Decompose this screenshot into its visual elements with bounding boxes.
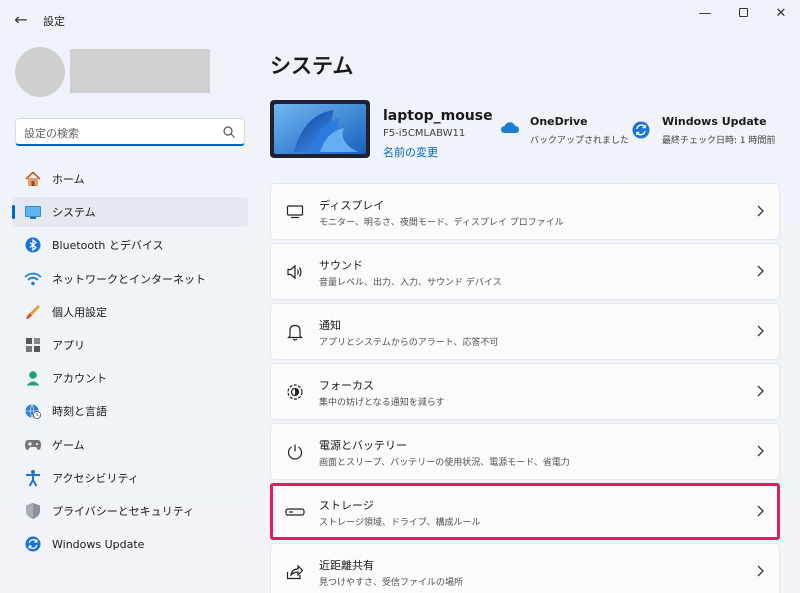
gamepad-icon <box>22 435 44 455</box>
power-icon <box>285 443 305 461</box>
card-subtitle: 音量レベル、出力、入力、サウンド デバイス <box>319 278 502 288</box>
card-subtitle: アプリとシステムからのアラート、応答不可 <box>319 338 499 348</box>
speaker-icon <box>285 263 305 281</box>
globe-clock-icon <box>22 401 44 421</box>
onedrive-title[interactable]: OneDrive <box>530 115 588 128</box>
sidebar-item-home[interactable]: ホーム <box>12 164 248 194</box>
focus-icon <box>285 383 305 401</box>
display-icon <box>285 203 305 221</box>
card-display[interactable]: ディスプレイ モニター、明るさ、夜間モード、ディスプレイ プロファイル <box>270 183 780 240</box>
sidebar-item-time-language[interactable]: 時刻と言語 <box>12 396 248 426</box>
sidebar-item-accessibility[interactable]: アクセシビリティ <box>12 463 248 493</box>
update-icon[interactable] <box>632 121 650 139</box>
share-icon <box>285 563 305 581</box>
windows-update-status: 最終チェック日時: 1 時間前 <box>662 136 776 146</box>
sidebar-item-network[interactable]: ネットワークとインターネット <box>12 264 248 294</box>
sidebar-item-label: システム <box>52 206 96 220</box>
minimize-button[interactable]: — <box>690 4 720 24</box>
sidebar-item-label: アプリ <box>52 338 85 352</box>
app-title: 設定 <box>43 15 65 28</box>
card-title: 通知 <box>319 319 341 332</box>
maximize-icon <box>738 8 748 17</box>
sidebar-nav: ホーム システム Bluetooth とデバイス ネットワークとインターネット … <box>12 164 248 562</box>
apps-icon <box>22 335 44 355</box>
sidebar-item-system[interactable]: システム <box>12 197 248 228</box>
bell-icon <box>285 323 305 341</box>
device-name: laptop_mouse <box>383 108 493 124</box>
sidebar-item-label: 個人用設定 <box>52 305 107 319</box>
card-title: ストレージ <box>319 499 374 512</box>
sidebar-item-label: アカウント <box>52 372 107 386</box>
home-icon <box>22 169 44 189</box>
rename-link[interactable]: 名前の変更 <box>383 144 438 160</box>
card-sound[interactable]: サウンド 音量レベル、出力、入力、サウンド デバイス <box>270 243 780 300</box>
chevron-right-icon <box>757 325 764 337</box>
chevron-right-icon <box>757 385 764 397</box>
search-input[interactable]: 設定の検索 <box>15 118 245 146</box>
card-title: サウンド <box>319 259 363 272</box>
wifi-icon <box>22 269 44 289</box>
sidebar-item-accounts[interactable]: アカウント <box>12 363 248 393</box>
card-title: 電源とバッテリー <box>319 439 407 452</box>
sidebar-item-label: ネットワークとインターネット <box>52 272 206 286</box>
card-title: フォーカス <box>319 379 374 392</box>
card-nearby-sharing[interactable]: 近距離共有 見つけやすさ、受信ファイルの場所 <box>270 543 780 593</box>
sidebar-item-label: プライバシーとセキュリティ <box>52 504 195 518</box>
wallpaper-image <box>274 104 366 154</box>
settings-cards: ディスプレイ モニター、明るさ、夜間モード、ディスプレイ プロファイル サウンド… <box>270 183 780 593</box>
card-subtitle: 見つけやすさ、受信ファイルの場所 <box>319 578 464 588</box>
card-title: 近距離共有 <box>319 559 374 572</box>
card-storage[interactable]: ストレージ ストレージ領域、ドライブ、構成ルール <box>270 483 780 540</box>
card-power-battery[interactable]: 電源とバッテリー 画面とスリープ、バッテリーの使用状況、電源モード、省電力 <box>270 423 780 480</box>
page-title: システム <box>270 54 354 78</box>
windows-update-title[interactable]: Windows Update <box>662 115 767 128</box>
card-subtitle: 画面とスリープ、バッテリーの使用状況、電源モード、省電力 <box>319 458 570 468</box>
user-info-placeholder <box>70 49 210 93</box>
brush-icon <box>22 302 44 322</box>
settings-window: ← 設定 — ✕ 設定の検索 ホーム システム Bluetooth とデバイス … <box>0 0 800 593</box>
search-icon[interactable] <box>222 125 236 139</box>
card-notifications[interactable]: 通知 アプリとシステムからのアラート、応答不可 <box>270 303 780 360</box>
sidebar-item-bluetooth[interactable]: Bluetooth とデバイス <box>12 230 248 260</box>
sidebar-item-gaming[interactable]: ゲーム <box>12 430 248 460</box>
system-icon <box>22 202 44 222</box>
card-subtitle: モニター、明るさ、夜間モード、ディスプレイ プロファイル <box>319 218 564 228</box>
close-button[interactable]: ✕ <box>766 4 796 24</box>
card-subtitle: 集中の妨げとなる通知を減らす <box>319 398 445 408</box>
chevron-right-icon <box>757 565 764 577</box>
back-button[interactable]: ← <box>10 10 32 30</box>
sidebar-item-label: アクセシビリティ <box>52 471 139 485</box>
device-thumbnail <box>270 100 370 158</box>
sidebar-item-privacy[interactable]: プライバシーとセキュリティ <box>12 496 248 526</box>
device-model: F5-i5CMLABW11 <box>383 128 466 139</box>
sidebar-item-label: 時刻と言語 <box>52 405 107 419</box>
onedrive-icon[interactable] <box>500 120 520 134</box>
bluetooth-icon <box>22 235 44 255</box>
card-title: ディスプレイ <box>319 199 385 212</box>
chevron-right-icon <box>757 205 764 217</box>
chevron-right-icon <box>757 445 764 457</box>
chevron-right-icon <box>757 265 764 277</box>
storage-icon <box>285 503 305 521</box>
shield-icon <box>22 501 44 521</box>
onedrive-status: バックアップされました <box>530 136 630 146</box>
avatar[interactable] <box>15 47 65 97</box>
sidebar-item-label: Bluetooth とデバイス <box>52 239 164 253</box>
maximize-button[interactable] <box>728 4 758 24</box>
title-bar: ← 設定 — ✕ <box>0 0 800 40</box>
sidebar-item-apps[interactable]: アプリ <box>12 330 248 360</box>
update-icon <box>22 534 44 554</box>
card-subtitle: ストレージ領域、ドライブ、構成ルール <box>319 518 481 528</box>
chevron-right-icon <box>757 505 764 517</box>
sidebar-item-label: ゲーム <box>52 438 85 452</box>
accessibility-icon <box>22 468 44 488</box>
account-icon <box>22 368 44 388</box>
sidebar-item-label: ホーム <box>52 173 85 186</box>
card-focus[interactable]: フォーカス 集中の妨げとなる通知を減らす <box>270 363 780 420</box>
sidebar-item-label: Windows Update <box>52 537 145 551</box>
sidebar-item-windows-update[interactable]: Windows Update <box>12 529 248 559</box>
search-placeholder: 設定の検索 <box>24 127 79 140</box>
sidebar-item-personalization[interactable]: 個人用設定 <box>12 297 248 327</box>
